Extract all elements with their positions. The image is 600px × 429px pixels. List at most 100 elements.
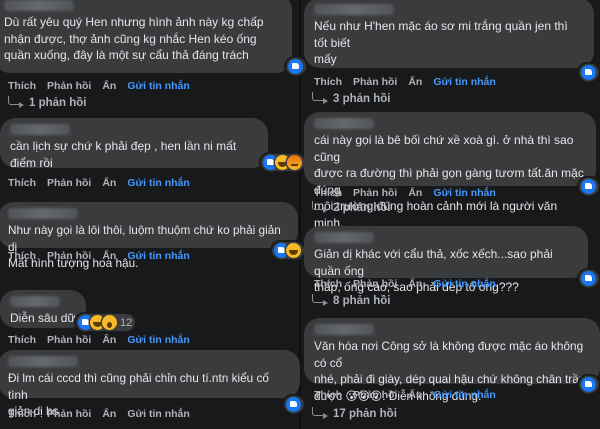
comment-actions: Thích Phản hồi Ẩn Gửi tin nhắn (314, 76, 507, 88)
comment: cần lịch sự chứ k phải đẹp , hen lần ni … (0, 118, 305, 202)
comment-author[interactable] (314, 4, 394, 15)
comment-bubble: Nếu như H'hen mặc áo sơ mi trắng quần je… (304, 0, 594, 68)
hide-button[interactable]: Ẩn (102, 408, 116, 420)
comment-author[interactable] (4, 0, 74, 11)
comment: Giản dị khác với cẩu thả, xốc xếch...sao… (300, 226, 600, 318)
send-message-button[interactable]: Gửi tin nhắn (433, 389, 495, 401)
hide-button[interactable]: Ẩn (102, 177, 116, 189)
reaction-summary[interactable] (579, 376, 599, 393)
send-message-button[interactable]: Gửi tin nhắn (433, 76, 495, 88)
reaction-summary[interactable]: 12 (76, 314, 136, 331)
comment-text: cần lịch sự chứ k phải đẹp , hen lần ni … (10, 139, 237, 170)
comment-bubble: Văn hóa nơi Công sở là không được mặc áo… (304, 318, 600, 403)
send-message-button[interactable]: Gửi tin nhắn (433, 187, 495, 199)
left-comment-column: Dù rất yêu quý Hen nhưng hình ảnh này kg… (0, 0, 306, 429)
comment: Dù rất yêu quý Hen nhưng hình ảnh này kg… (0, 0, 306, 118)
reply-button[interactable]: Phản hồi (47, 408, 91, 420)
comment-bubble: Diễn sâu dữ (0, 290, 86, 328)
send-message-button[interactable]: Gửi tin nhắn (127, 80, 189, 92)
hide-button[interactable]: Ẩn (408, 389, 422, 401)
like-reaction-icon (581, 179, 596, 194)
comment-text: Diễn sâu dữ (10, 311, 76, 325)
reply-button[interactable]: Phản hồi (47, 250, 91, 262)
comment-text: Nếu như H'hen mặc áo sơ mi trắng quần je… (314, 19, 568, 66)
reply-arrow-icon (312, 406, 328, 419)
reply-button[interactable]: Phản hồi (353, 76, 397, 88)
like-button[interactable]: Thích (314, 278, 342, 290)
hide-button[interactable]: Ẩn (102, 250, 116, 262)
like-button[interactable]: Thích (8, 177, 36, 189)
comment-bubble: Đi lm cái cccd thì cũng phải chỉn chu tí… (0, 350, 300, 418)
reaction-summary[interactable] (261, 154, 305, 171)
comment-text: cái này gọi là bê bối chứ xề xoà gì. ở n… (314, 133, 584, 230)
reply-arrow-icon (312, 200, 328, 213)
like-reaction-icon (581, 271, 596, 286)
like-button[interactable]: Thích (314, 76, 342, 88)
hide-button[interactable]: Ẩn (408, 76, 422, 88)
reply-button[interactable]: Phản hồi (47, 80, 91, 92)
send-message-button[interactable]: Gửi tin nhắn (127, 408, 189, 420)
comment-author[interactable] (314, 232, 374, 243)
reply-button[interactable]: Phản hồi (353, 278, 397, 290)
right-comment-column: Nếu như H'hen mặc áo sơ mi trắng quần je… (300, 0, 600, 429)
comment-bubble: Như này gọi là lôi thôi, luộm thuộm chứ … (0, 202, 298, 270)
reaction-summary[interactable] (579, 64, 599, 81)
reaction-summary[interactable] (579, 178, 599, 195)
reply-button[interactable]: Phản hồi (47, 177, 91, 189)
comment-author[interactable] (314, 324, 374, 335)
reply-button[interactable]: Phản hồi (47, 334, 91, 346)
like-button[interactable]: Thích (8, 334, 36, 346)
comment-actions: Thích Phản hồi Ẩn Gửi tin nhắn (8, 177, 201, 189)
comment-actions: Thích Phản hồi Ẩn Gửi tin nhắn (8, 80, 201, 92)
hide-button[interactable]: Ẩn (408, 278, 422, 290)
comment-bubble: Dù rất yêu quý Hen nhưng hình ảnh này kg… (0, 0, 292, 73)
hide-button[interactable]: Ẩn (408, 187, 422, 199)
comment-text: Dù rất yêu quý Hen nhưng hình ảnh này kg… (4, 15, 264, 62)
like-button[interactable]: Thích (8, 80, 36, 92)
hide-button[interactable]: Ẩn (102, 80, 116, 92)
reaction-count: 12 (120, 316, 133, 329)
like-button[interactable]: Thích (314, 187, 342, 199)
send-message-button[interactable]: Gửi tin nhắn (127, 334, 189, 346)
comment-actions: Thích Phản hồi Ẩn Gửi tin nhắn (8, 250, 201, 262)
like-reaction-icon (286, 397, 301, 412)
comment-actions: Thích Phản hồi Ẩn Gửi tin nhắn (314, 278, 507, 290)
comment-bubble: Giản dị khác với cẩu thả, xốc xếch...sao… (304, 226, 588, 294)
reply-button[interactable]: Phản hồi (353, 389, 397, 401)
reply-button[interactable]: Phản hồi (353, 187, 397, 199)
comment: Đi lm cái cccd thì cũng phải chỉn chu tí… (0, 350, 304, 429)
view-replies-link[interactable]: 8 phản hồi (312, 293, 391, 307)
comment-author[interactable] (10, 124, 70, 135)
view-replies-link[interactable]: 1 phản hồi (8, 95, 87, 109)
haha-reaction-icon (286, 243, 301, 258)
like-button[interactable]: Thích (8, 250, 36, 262)
like-button[interactable]: Thích (8, 408, 36, 420)
like-button[interactable]: Thích (314, 389, 342, 401)
comment-bubble: cái này gọi là bê bối chứ xề xoà gì. ở n… (304, 112, 596, 230)
like-reaction-icon (581, 65, 596, 80)
comment-author[interactable] (314, 118, 374, 129)
comment-text: Như này gọi là lôi thôi, luộm thuộm chứ … (8, 223, 281, 270)
send-message-button[interactable]: Gửi tin nhắn (127, 250, 189, 262)
comment-author[interactable] (8, 208, 78, 219)
view-replies-link[interactable]: 2 phản hồi (312, 200, 391, 214)
reply-arrow-icon (312, 91, 328, 104)
comment: cái này gọi là bê bối chứ xề xoà gì. ở n… (300, 112, 600, 230)
wow-reaction-icon (102, 315, 117, 330)
comment: Nếu như H'hen mặc áo sơ mi trắng quần je… (300, 0, 600, 112)
comment: Văn hóa nơi Công sở là không được mặc áo… (300, 318, 600, 429)
reply-arrow-icon (312, 293, 328, 306)
comment-author[interactable] (8, 356, 78, 367)
view-replies-link[interactable]: 17 phản hồi (312, 406, 397, 420)
hide-button[interactable]: Ẩn (102, 334, 116, 346)
view-replies-link[interactable]: 3 phản hồi (312, 91, 391, 105)
send-message-button[interactable]: Gửi tin nhắn (127, 177, 189, 189)
comment-actions: Thích Phản hồi Ẩn Gửi tin nhắn (8, 334, 201, 346)
send-message-button[interactable]: Gửi tin nhắn (433, 278, 495, 290)
like-reaction-icon (581, 377, 596, 392)
reaction-summary[interactable] (579, 270, 599, 287)
comment-actions: Thích Phản hồi Ẩn Gửi tin nhắn (314, 389, 507, 401)
comment-author[interactable] (10, 296, 60, 307)
comment: Như này gọi là lôi thôi, luộm thuộm chứ … (0, 202, 304, 284)
comment-bubble: cần lịch sự chứ k phải đẹp , hen lần ni … (0, 118, 268, 170)
